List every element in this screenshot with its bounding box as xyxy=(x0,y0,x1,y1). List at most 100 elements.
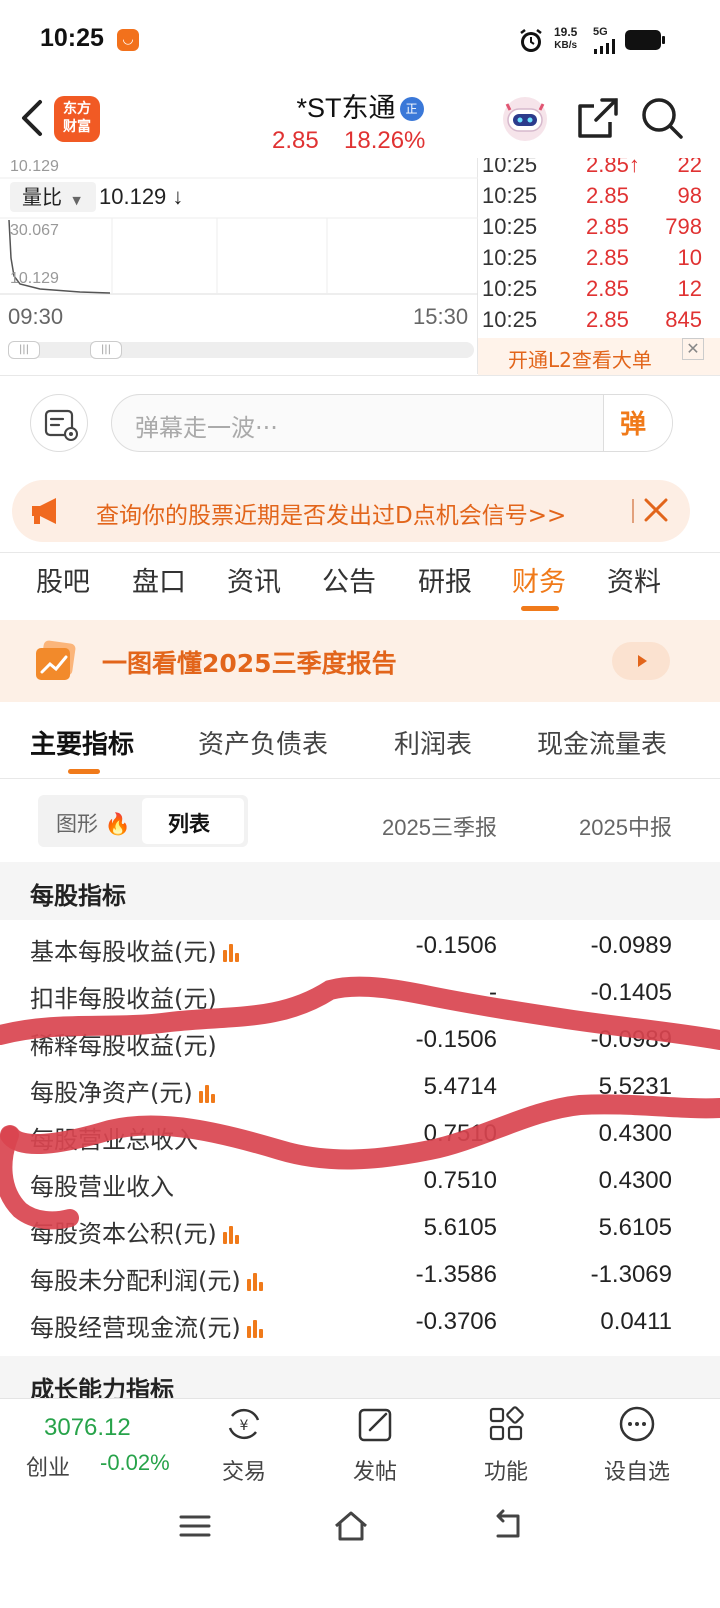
share-icon[interactable] xyxy=(576,96,620,140)
tick-price: 2.85 xyxy=(586,307,629,332)
value-q3: -0.3706 xyxy=(415,1308,497,1335)
index-name[interactable]: 创业 xyxy=(26,1450,70,1482)
menu-icon[interactable] xyxy=(177,1508,213,1544)
tab-finance[interactable]: 财务 xyxy=(512,560,566,599)
report-play-button[interactable] xyxy=(612,642,670,680)
trade-icon[interactable]: ¥ xyxy=(224,1404,264,1444)
table-row[interactable]: 每股营业收入 0.7510 0.4300 xyxy=(0,1161,720,1208)
nav-functions[interactable]: 功能 xyxy=(461,1454,551,1486)
nav-add-watchlist[interactable]: 设自选 xyxy=(592,1454,682,1486)
chart-range-slider[interactable] xyxy=(8,342,474,358)
slider-handle-left[interactable]: ||| xyxy=(8,341,40,359)
chart-gridlines xyxy=(0,177,478,295)
subtab-balance-sheet[interactable]: 资产负债表 xyxy=(198,724,328,761)
add-watchlist-icon[interactable] xyxy=(617,1404,657,1444)
tick-time: 10:25 xyxy=(482,307,538,332)
row-label-text: 基本每股收益(元) xyxy=(30,938,217,966)
tab-announcements[interactable]: 公告 xyxy=(322,560,376,599)
nav-post[interactable]: 发帖 xyxy=(330,1454,420,1486)
toggle-list-view[interactable]: 列表 xyxy=(168,808,210,838)
app-logo-line2: 财富 xyxy=(63,119,91,135)
value-q3: 0.7510 xyxy=(423,1167,497,1194)
functions-grid-icon[interactable] xyxy=(486,1404,526,1444)
l2-upsell-text[interactable]: 开通L2查看大单 xyxy=(508,344,652,373)
tick-price: 2.85 xyxy=(586,276,629,301)
compose-post-icon[interactable] xyxy=(356,1404,396,1444)
table-row[interactable]: 稀释每股收益(元) -0.1506 -0.0989 xyxy=(0,1020,720,1067)
time-axis-end: 15:30 xyxy=(413,304,469,329)
table-row[interactable]: 基本每股收益(元) -0.1506 -0.0989 xyxy=(0,926,720,973)
danmaku-send-label[interactable]: 弹 xyxy=(620,404,646,441)
bar-chart-icon[interactable] xyxy=(197,1083,217,1103)
tab-news[interactable]: 资讯 xyxy=(227,560,281,599)
tab-profile[interactable]: 资料 xyxy=(607,560,661,599)
signal-icon xyxy=(594,39,615,54)
back-icon[interactable] xyxy=(14,96,54,140)
tick-time: 10:25 xyxy=(482,214,538,239)
column-header-h1[interactable]: 2025中报 xyxy=(579,810,672,842)
chart-y-min-label: 10.129 xyxy=(10,270,59,287)
value-q3: 5.6105 xyxy=(423,1214,497,1241)
value-q3: 5.4714 xyxy=(423,1073,497,1100)
index-value[interactable]: 3076.12 xyxy=(44,1414,131,1442)
subtab-cash-flow[interactable]: 现金流量表 xyxy=(537,724,667,761)
slider-handle-right[interactable]: ||| xyxy=(90,341,122,359)
divider xyxy=(0,778,720,779)
tick-time: 10:25 xyxy=(482,183,538,208)
tab-guba[interactable]: 股吧 xyxy=(36,560,90,599)
home-icon[interactable] xyxy=(333,1508,369,1544)
network-speed-value: 19.5 xyxy=(554,25,578,39)
volume-ratio-selector[interactable]: 量比 ▼ xyxy=(10,182,96,212)
bar-chart-icon[interactable] xyxy=(245,1271,265,1291)
tick-list[interactable]: 10:25 2.85↑ 22 10:25 2.85 98 10:25 2.85 … xyxy=(478,158,720,338)
value-h1: 0.0411 xyxy=(600,1308,672,1335)
app-logo-line1: 东方 xyxy=(63,101,91,117)
volume-ratio-label: 量比 xyxy=(22,185,62,209)
nav-trade[interactable]: 交易 xyxy=(199,1454,289,1486)
danmaku-settings-button[interactable] xyxy=(30,394,88,452)
tick-price: 2.85↑ xyxy=(586,158,640,177)
tick-price: 2.85 xyxy=(586,183,629,208)
tab-pankou[interactable]: 盘口 xyxy=(132,560,186,599)
subtab-income-statement[interactable]: 利润表 xyxy=(394,724,472,761)
app-logo[interactable]: 东方 财富 xyxy=(54,96,100,142)
danmaku-input-placeholder[interactable]: 弹幕走一波··· xyxy=(135,408,278,443)
close-icon[interactable] xyxy=(640,492,672,528)
close-icon[interactable]: ✕ xyxy=(682,338,704,360)
row-label: 稀释每股收益(元) xyxy=(30,1026,217,1061)
table-row[interactable]: 每股营业总收入 0.7510 0.4300 xyxy=(0,1114,720,1161)
tab-research[interactable]: 研报 xyxy=(418,560,472,599)
toggle-chart-view[interactable]: 图形 🔥 xyxy=(56,808,131,838)
alarm-icon xyxy=(520,29,542,52)
value-h1: 0.4300 xyxy=(598,1167,672,1194)
ai-assistant-robot-icon[interactable] xyxy=(500,96,550,142)
bar-chart-icon[interactable] xyxy=(245,1318,265,1338)
divider xyxy=(0,375,720,376)
section-title-per-share: 每股指标 xyxy=(30,882,126,910)
table-row[interactable]: 扣非每股收益(元) - -0.1405 xyxy=(0,973,720,1020)
chevron-down-icon: ▼ xyxy=(72,194,81,207)
subtab-key-indicators[interactable]: 主要指标 xyxy=(30,724,134,761)
promo-separator xyxy=(632,499,634,523)
tick-time: 10:25 xyxy=(482,158,538,177)
notification-badge-icon: ◡ xyxy=(117,29,139,51)
table-row[interactable]: 每股资本公积(元) 5.6105 5.6105 xyxy=(0,1208,720,1255)
search-icon[interactable] xyxy=(640,96,684,140)
bar-chart-icon[interactable] xyxy=(221,1224,241,1244)
promo-text[interactable]: 查询你的股票近期是否发出过D点机会信号>> xyxy=(96,496,566,530)
table-row[interactable]: 每股净资产(元) 5.4714 5.5231 xyxy=(0,1067,720,1114)
play-icon xyxy=(638,655,647,667)
tick-volume: 10 xyxy=(677,245,702,270)
value-h1: -0.0989 xyxy=(590,1026,672,1053)
bar-chart-icon[interactable] xyxy=(221,942,241,962)
megaphone-icon xyxy=(32,498,56,524)
column-header-q3[interactable]: 2025三季报 xyxy=(382,810,497,842)
row-label-text: 每股营业总收入 xyxy=(30,1126,198,1154)
table-row[interactable]: 每股未分配利润(元) -1.3586 -1.3069 xyxy=(0,1255,720,1302)
table-row[interactable]: 每股经营现金流(元) -0.3706 0.0411 xyxy=(0,1302,720,1349)
row-label: 每股经营现金流(元) xyxy=(30,1308,265,1343)
index-change[interactable]: -0.02% xyxy=(100,1450,170,1476)
report-banner-text[interactable]: 一图看懂2025三季度报告 xyxy=(102,644,397,680)
back-nav-icon[interactable] xyxy=(490,1508,526,1544)
row-label-text: 扣非每股收益(元) xyxy=(30,985,217,1013)
